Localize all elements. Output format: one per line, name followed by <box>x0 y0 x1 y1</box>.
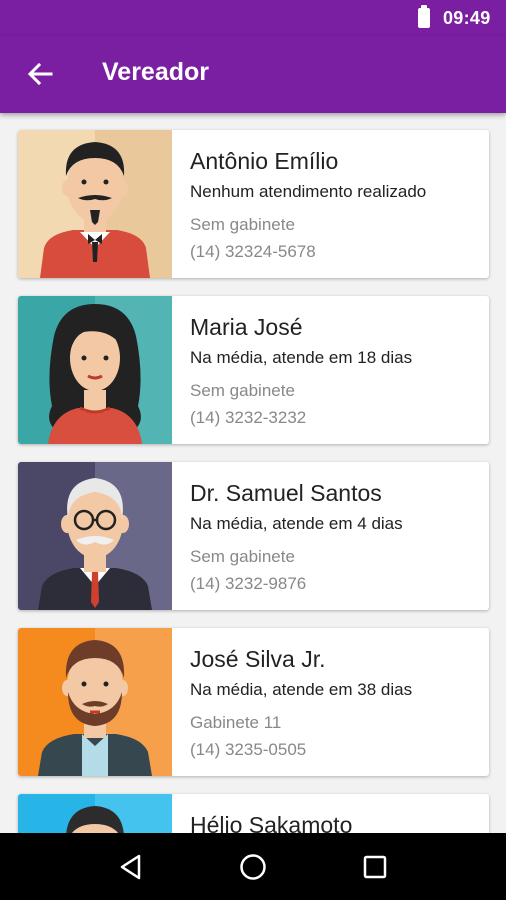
councillor-name: Dr. Samuel Santos <box>190 480 382 506</box>
office-info: Gabinete 11 <box>190 713 282 732</box>
councillor-name: Antônio Emílio <box>190 148 339 174</box>
phone-number: (14) 3232-3232 <box>190 408 307 427</box>
battery-icon <box>418 5 430 28</box>
phone-number: (14) 32324-5678 <box>190 242 316 261</box>
councillor-photo <box>18 130 172 278</box>
office-info: Sem gabinete <box>190 215 295 234</box>
navigation-bar <box>0 833 506 900</box>
councillor-photo <box>18 794 172 833</box>
councillor-card[interactable]: Antônio Emílio Nenhum atendimento realiz… <box>18 130 489 278</box>
nav-recents-icon <box>363 855 387 878</box>
councillor-photo <box>18 462 172 610</box>
attendance-average: Na média, atende em 18 dias <box>190 348 413 367</box>
councillor-card[interactable]: José Silva Jr. Na média, atende em 38 di… <box>18 628 489 776</box>
attendance-average: Na média, atende em 38 dias <box>190 680 413 699</box>
councillor-name: Hélio Sakamoto <box>190 812 353 833</box>
nav-back-icon <box>120 854 141 879</box>
councillor-list: Antônio Emílio Nenhum atendimento realiz… <box>0 113 506 833</box>
status-bar: 09:49 <box>0 0 506 36</box>
back-arrow-button[interactable] <box>20 56 60 92</box>
avatar-woman-curly-hair-icon <box>18 296 172 444</box>
attendance-average: Na média, atende em 4 dias <box>190 514 403 533</box>
councillor-photo <box>18 296 172 444</box>
councillor-photo <box>18 628 172 776</box>
councillor-name: Maria José <box>190 314 303 340</box>
nav-home-icon <box>240 853 266 880</box>
councillor-name: José Silva Jr. <box>190 646 326 672</box>
avatar-old-man-glasses-icon <box>18 462 172 610</box>
avatar-man-dark-hair-icon <box>18 794 172 833</box>
nav-home-button[interactable] <box>223 837 283 897</box>
councillor-card[interactable]: Hélio Sakamoto <box>18 794 489 833</box>
office-info: Sem gabinete <box>190 381 295 400</box>
status-time: 09:49 <box>443 8 491 28</box>
nav-recents-button[interactable] <box>345 837 405 897</box>
attendance-average: Nenhum atendimento realizado <box>190 182 427 201</box>
phone-number: (14) 3232-9876 <box>190 574 307 593</box>
councillor-card[interactable]: Maria José Na média, atende em 18 dias S… <box>18 296 489 444</box>
nav-back-button[interactable] <box>101 837 161 897</box>
page-title: Vereador <box>102 58 210 86</box>
arrow-back-icon <box>27 62 53 86</box>
app-bar: Vereador <box>0 36 506 113</box>
councillor-card[interactable]: Dr. Samuel Santos Na média, atende em 4 … <box>18 462 489 610</box>
phone-number: (14) 3235-0505 <box>190 740 307 759</box>
office-info: Sem gabinete <box>190 547 295 566</box>
avatar-man-goatee-icon <box>18 130 172 278</box>
avatar-man-beard-icon <box>18 628 172 776</box>
